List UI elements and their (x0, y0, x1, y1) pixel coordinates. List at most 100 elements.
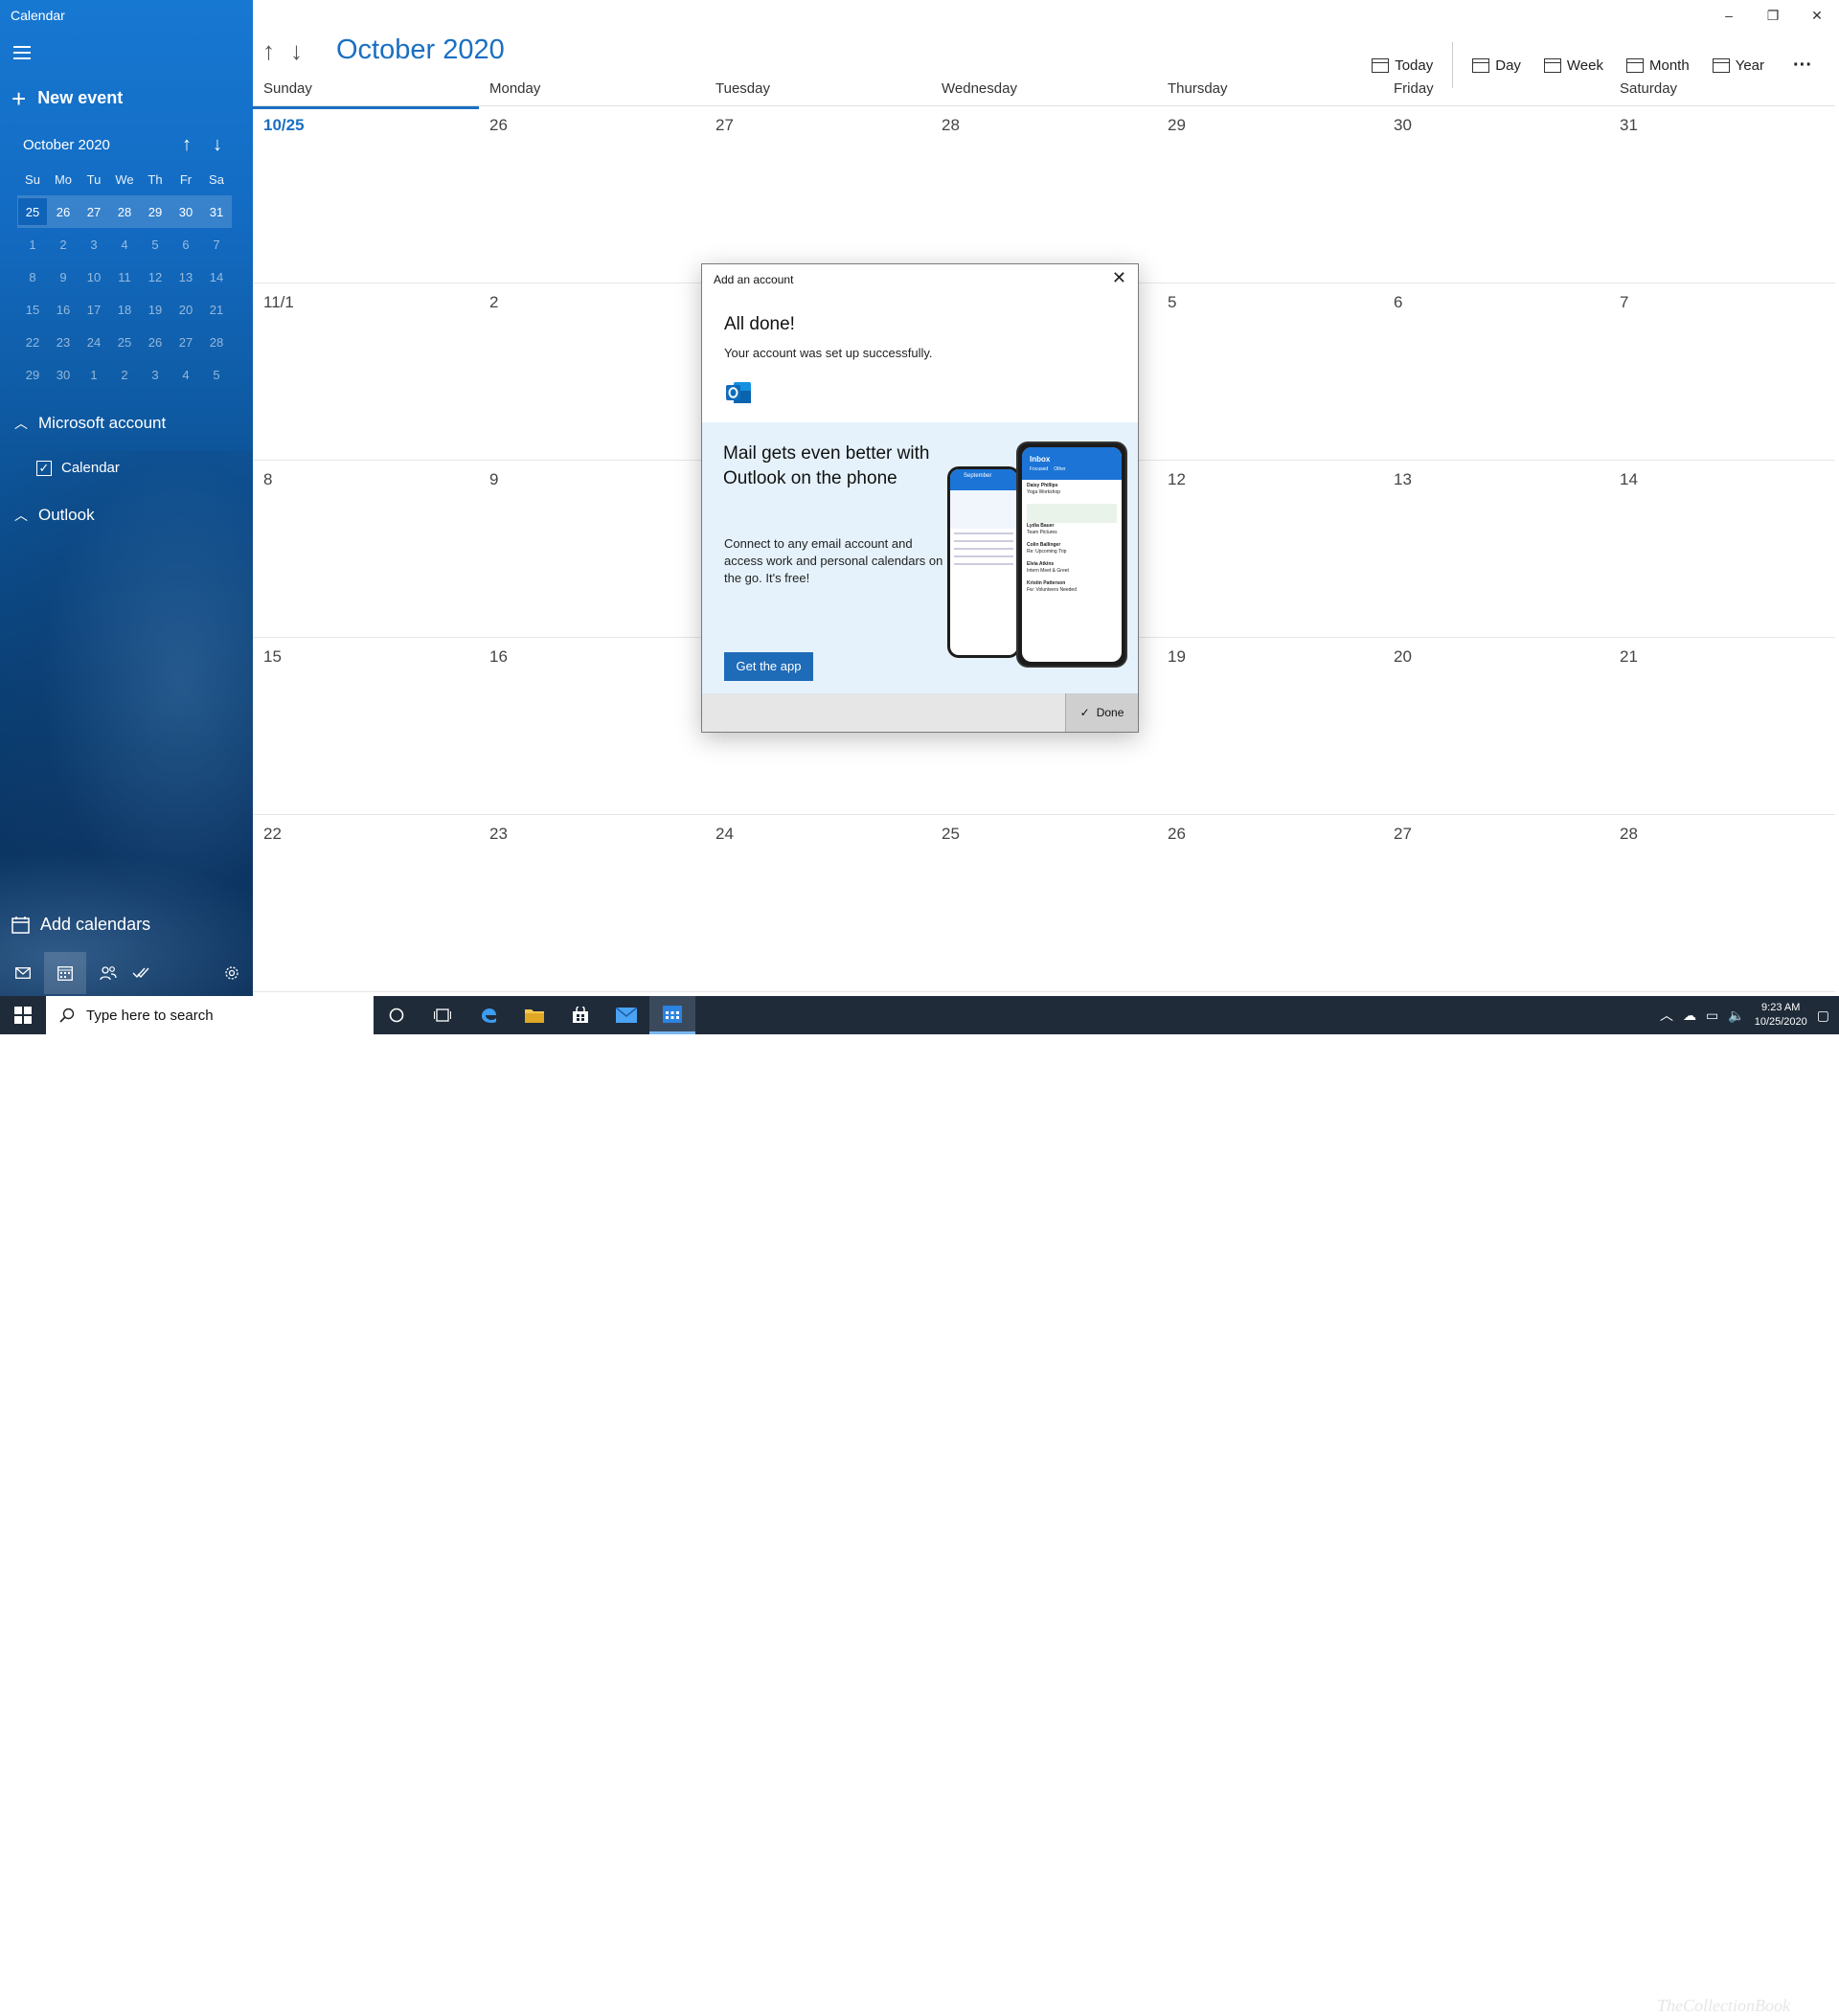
done-button[interactable]: ✓ Done (1065, 693, 1138, 732)
calendar-day-cell[interactable]: 20 (1383, 638, 1609, 814)
calendar-day-cell[interactable]: 14 (1609, 461, 1835, 637)
task-view-icon[interactable] (420, 996, 465, 1034)
month-view-button[interactable]: Month (1626, 57, 1690, 74)
onedrive-cloud-icon[interactable]: ☁ (1683, 1008, 1696, 1024)
calendar-day-cell[interactable]: 12 (1157, 461, 1383, 637)
close-window-button[interactable]: ✕ (1795, 0, 1839, 33)
mail-app-icon[interactable] (603, 996, 649, 1034)
calendar-day-cell[interactable]: 30 (1383, 106, 1609, 283)
calendar-day-cell[interactable]: 22 (253, 815, 479, 991)
close-icon[interactable]: ✕ (1112, 268, 1126, 288)
network-icon[interactable]: ▭ (1706, 1008, 1718, 1024)
calendar-day-cell[interactable]: 28 (931, 106, 1157, 283)
taskbar-search-box[interactable]: Type here to search (46, 996, 374, 1034)
get-the-app-button[interactable]: Get the app (724, 652, 813, 681)
mini-calendar-day[interactable]: 11 (109, 270, 140, 284)
next-arrow-icon[interactable]: ↓ (290, 36, 303, 66)
calendar-icon[interactable] (44, 952, 87, 994)
calendar-day-cell[interactable]: 31 (1609, 106, 1835, 283)
people-icon[interactable] (97, 962, 120, 985)
account-microsoft[interactable]: ︿ Microsoft account (13, 414, 166, 433)
mini-prev-arrow-icon[interactable]: ↑ (176, 134, 197, 156)
mini-calendar-day[interactable]: 14 (201, 270, 232, 284)
mini-calendar-day[interactable]: 25 (17, 197, 48, 226)
mini-calendar-day[interactable]: 30 (48, 368, 79, 382)
mini-calendar-day[interactable]: 7 (201, 238, 232, 252)
show-hidden-icons-chevron-icon[interactable]: ︿ (1660, 1006, 1673, 1025)
mini-next-arrow-icon[interactable]: ↓ (207, 134, 228, 156)
mini-calendar-day[interactable]: 13 (170, 270, 201, 284)
store-icon[interactable] (557, 996, 603, 1034)
mini-calendar-day[interactable]: 26 (48, 205, 79, 219)
calendar-day-cell[interactable]: 8 (253, 461, 479, 637)
calendar-day-cell[interactable]: 9 (479, 461, 705, 637)
calendar-day-cell[interactable]: 27 (1383, 815, 1609, 991)
mini-calendar-day[interactable]: 24 (79, 335, 109, 350)
mini-calendar-day[interactable]: 15 (17, 303, 48, 317)
mini-calendar-day[interactable]: 3 (140, 368, 170, 382)
mini-calendar-day[interactable]: 4 (170, 368, 201, 382)
mini-calendar-day[interactable]: 18 (109, 303, 140, 317)
calendar-day-cell[interactable]: 26 (1157, 815, 1383, 991)
cortana-icon[interactable] (374, 996, 420, 1034)
mini-calendar-day[interactable]: 17 (79, 303, 109, 317)
minimize-button[interactable]: – (1707, 0, 1751, 33)
mini-calendar-day[interactable]: 31 (201, 205, 232, 219)
calendar-day-cell[interactable]: 7 (1609, 283, 1835, 460)
calendar-day-cell[interactable]: 25 (931, 815, 1157, 991)
mini-calendar-day[interactable]: 2 (48, 238, 79, 252)
today-button[interactable]: Today (1372, 57, 1433, 74)
mini-calendar-day[interactable]: 5 (201, 368, 232, 382)
calendar-day-cell[interactable]: 5 (1157, 283, 1383, 460)
checkbox-checked-icon[interactable]: ✓ (36, 460, 52, 476)
system-clock[interactable]: 9:23 AM 10/25/2020 (1755, 1001, 1807, 1030)
maximize-button[interactable]: ❐ (1751, 0, 1795, 33)
calendar-app-icon[interactable] (649, 996, 695, 1034)
calendar-day-cell[interactable]: 19 (1157, 638, 1383, 814)
mini-calendar-day[interactable]: 10 (79, 270, 109, 284)
mini-calendar-day[interactable]: 27 (79, 205, 109, 219)
todo-icon[interactable] (129, 962, 152, 985)
calendar-day-cell[interactable]: 24 (705, 815, 931, 991)
account-outlook[interactable]: ︿ Outlook (13, 506, 95, 525)
day-view-button[interactable]: Day (1472, 57, 1521, 74)
volume-icon[interactable]: 🔈 (1728, 1008, 1744, 1024)
new-event-button[interactable]: + New event (11, 86, 123, 111)
mini-calendar-day[interactable]: 2 (109, 368, 140, 382)
mini-calendar-day[interactable]: 23 (48, 335, 79, 350)
calendar-day-cell[interactable]: 6 (1383, 283, 1609, 460)
mini-calendar-day[interactable]: 12 (140, 270, 170, 284)
mini-calendar-title[interactable]: October 2020 (23, 137, 110, 153)
calendar-day-cell[interactable]: 2 (479, 283, 705, 460)
settings-icon[interactable] (220, 962, 243, 985)
mini-calendar-day[interactable]: 3 (79, 238, 109, 252)
mini-calendar-day[interactable]: 1 (17, 238, 48, 252)
mini-calendar-day[interactable]: 29 (140, 205, 170, 219)
mini-calendar-day[interactable]: 6 (170, 238, 201, 252)
edge-browser-icon[interactable] (465, 996, 511, 1034)
more-options-icon[interactable]: ··· (1793, 55, 1812, 77)
calendar-toggle[interactable]: ✓ Calendar (36, 460, 120, 476)
calendar-day-cell[interactable]: 28 (1609, 815, 1835, 991)
windows-start-icon[interactable] (0, 996, 46, 1034)
action-center-icon[interactable]: ▢ (1817, 1008, 1829, 1024)
month-title[interactable]: October 2020 (336, 34, 505, 66)
mini-calendar-day[interactable]: 22 (17, 335, 48, 350)
mini-calendar-day[interactable]: 8 (17, 270, 48, 284)
mini-calendar-day[interactable]: 26 (140, 335, 170, 350)
calendar-day-cell[interactable]: 21 (1609, 638, 1835, 814)
previous-arrow-icon[interactable]: ↑ (262, 36, 275, 66)
mail-icon[interactable] (11, 962, 34, 985)
week-view-button[interactable]: Week (1543, 57, 1603, 74)
add-calendars-button[interactable]: Add calendars (11, 915, 150, 935)
mini-calendar-day[interactable]: 28 (109, 205, 140, 219)
year-view-button[interactable]: Year (1712, 57, 1764, 74)
mini-calendar-day[interactable]: 27 (170, 335, 201, 350)
mini-calendar-day[interactable]: 16 (48, 303, 79, 317)
mini-calendar-day[interactable]: 5 (140, 238, 170, 252)
mini-calendar-day[interactable]: 20 (170, 303, 201, 317)
mini-calendar-day[interactable]: 19 (140, 303, 170, 317)
mini-calendar-day[interactable]: 4 (109, 238, 140, 252)
mini-calendar-day[interactable]: 1 (79, 368, 109, 382)
calendar-day-cell[interactable]: 15 (253, 638, 479, 814)
